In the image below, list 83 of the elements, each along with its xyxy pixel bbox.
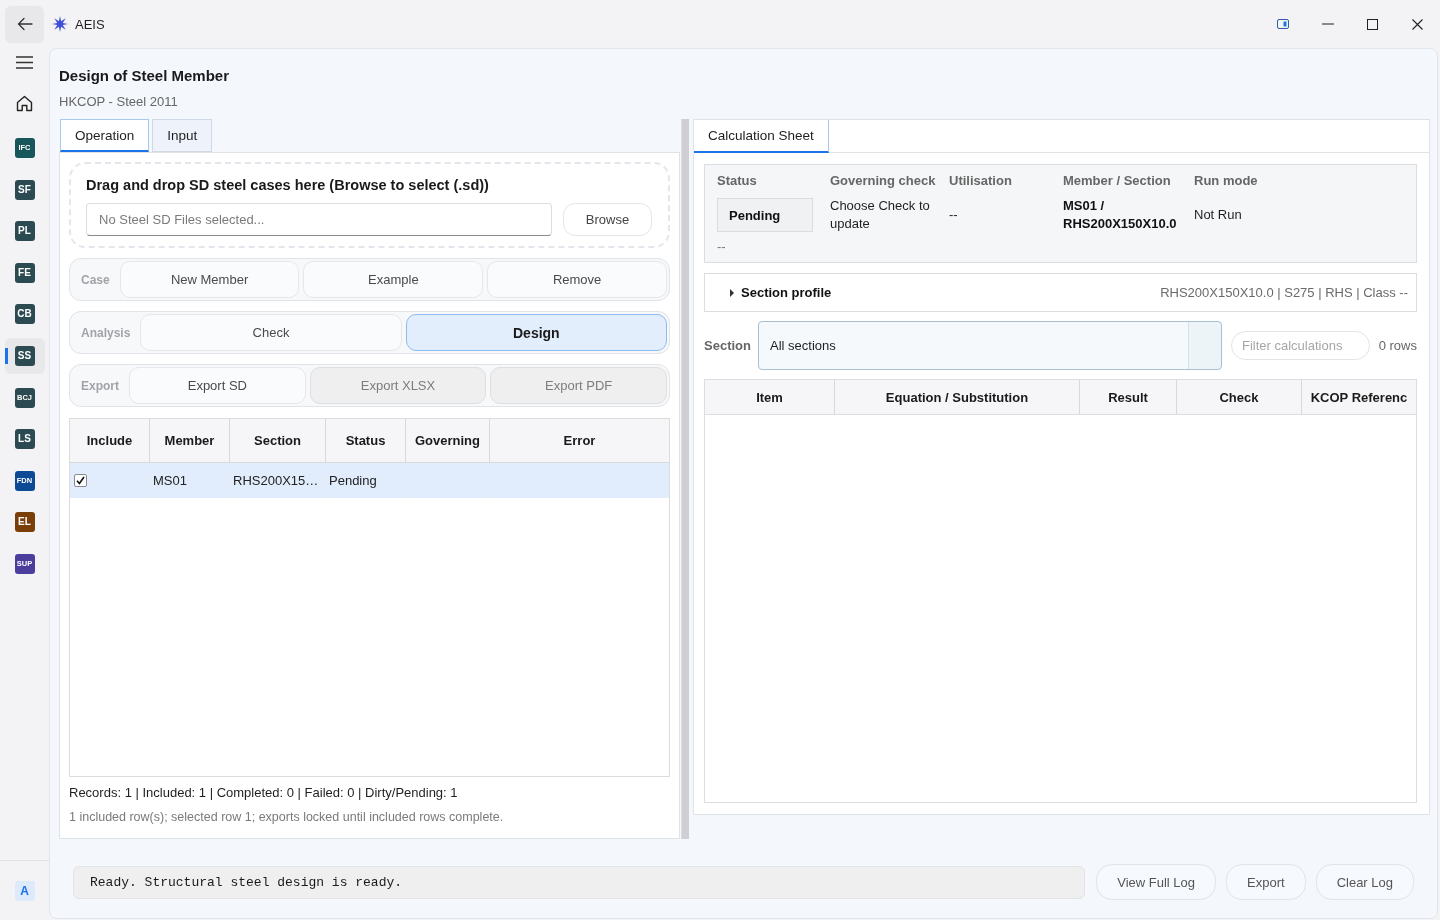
column-header[interactable]: Member bbox=[150, 419, 230, 462]
sidebar-item[interactable]: SF bbox=[4, 171, 45, 208]
summary-note: -- bbox=[717, 239, 727, 255]
section-dropdown[interactable]: All sections bbox=[758, 321, 1222, 370]
log-button[interactable]: View Full Log bbox=[1096, 864, 1217, 900]
close-icon[interactable] bbox=[1412, 18, 1423, 30]
column-header[interactable]: Equation / Substitution bbox=[835, 380, 1080, 414]
star-icon bbox=[52, 16, 68, 32]
browse-button[interactable]: Browse bbox=[563, 203, 652, 236]
section-profile-details: RHS200X150X10.0 | S275 | RHS | Class -- bbox=[1160, 285, 1408, 300]
log-button[interactable]: Clear Log bbox=[1315, 864, 1414, 900]
home-icon[interactable] bbox=[16, 95, 33, 112]
column-header[interactable]: Item bbox=[705, 380, 835, 414]
summary-label: Run mode bbox=[1194, 173, 1259, 189]
action-button[interactable]: New Member bbox=[119, 261, 300, 298]
table-cell-text: RHS200X15… bbox=[232, 473, 320, 488]
action-button[interactable]: Remove bbox=[487, 261, 667, 298]
column-header[interactable]: Governing bbox=[406, 419, 490, 462]
action-button[interactable]: Example bbox=[303, 261, 484, 298]
action-button[interactable]: Check bbox=[140, 314, 402, 351]
column-header[interactable]: Check bbox=[1177, 380, 1302, 414]
tab[interactable]: Operation bbox=[60, 119, 150, 152]
section-label: Section bbox=[704, 338, 752, 353]
action-button[interactable]: Design bbox=[405, 314, 667, 351]
column-header[interactable]: Include bbox=[70, 419, 150, 462]
file-field[interactable]: No Steel SD Files selected... bbox=[86, 203, 552, 236]
column-header[interactable]: Error bbox=[490, 419, 669, 462]
module-tile: SF bbox=[14, 179, 35, 200]
app-title: AEIS bbox=[75, 16, 105, 32]
back-button[interactable] bbox=[5, 5, 44, 43]
tab[interactable]: Calculation Sheet bbox=[694, 120, 829, 153]
group-label: Analysis bbox=[80, 325, 132, 340]
action-button[interactable]: Export SD bbox=[129, 367, 306, 404]
account-tile[interactable]: A bbox=[14, 880, 35, 901]
sidebar-item[interactable]: SS bbox=[4, 337, 45, 374]
sidebar-item[interactable]: FE bbox=[4, 254, 45, 291]
tab[interactable]: Input bbox=[152, 119, 213, 152]
checkbox[interactable] bbox=[74, 474, 87, 487]
log-button[interactable]: Export bbox=[1226, 864, 1306, 900]
table-cell-text: MS01 bbox=[152, 473, 188, 488]
window-layout-icon[interactable] bbox=[1276, 19, 1289, 29]
column-header[interactable]: Section bbox=[230, 419, 326, 462]
summary-value: MS01 / RHS200X150X10.0 bbox=[1063, 197, 1178, 233]
summary-value: Choose Check to update bbox=[830, 197, 931, 233]
module-tile: EL bbox=[14, 512, 35, 533]
page-title: Design of Steel Member bbox=[59, 66, 231, 86]
summary-value: Not Run bbox=[1194, 206, 1243, 224]
table-row[interactable]: MS01 RHS200X15… Pending bbox=[70, 463, 669, 498]
status-note: 1 included row(s); selected row 1; exports locked until included rows complete. bbox=[69, 809, 505, 826]
module-tile: LS bbox=[14, 429, 35, 450]
column-header[interactable]: Result bbox=[1080, 380, 1177, 414]
filter-field[interactable]: Filter calculations bbox=[1231, 331, 1370, 360]
summary-label: Utilisation bbox=[949, 173, 1013, 189]
summary-label: Member / Section bbox=[1063, 173, 1172, 189]
module-tile: FE bbox=[14, 262, 35, 283]
drop-zone-title: Drag and drop SD steel cases here (Browse to select (.sd)) bbox=[86, 176, 490, 194]
sidebar-item[interactable]: PL bbox=[4, 213, 45, 250]
minimize-icon[interactable] bbox=[1321, 23, 1334, 25]
summary-label: Governing check bbox=[830, 173, 937, 189]
table-cell-text: Pending bbox=[328, 473, 378, 488]
group-label: Export bbox=[80, 378, 120, 393]
section-profile-expander[interactable]: Section profile RHS200X150X10.0 | S275 | RHS | Class -- bbox=[704, 273, 1417, 312]
group-label: Case bbox=[80, 272, 111, 287]
drop-zone[interactable]: Drag and drop SD steel cases here (Browse to select (.sd)) No Steel SD Files selected... Browse bbox=[69, 162, 670, 248]
menu-icon[interactable] bbox=[16, 56, 33, 69]
records-summary: Records: 1 | Included: 1 | Completed: 0 | Failed: 0 | Dirty/Pending: 1 bbox=[69, 784, 459, 802]
sidebar-item[interactable]: EL bbox=[4, 504, 45, 541]
summary-value: -- bbox=[949, 206, 959, 224]
summary-label: Status bbox=[717, 173, 758, 189]
sidebar-item[interactable]: CB bbox=[4, 296, 45, 333]
maximize-icon[interactable] bbox=[1367, 18, 1378, 30]
section-profile-title: Section profile bbox=[741, 285, 832, 300]
log-message-field: Ready. Structural steel design is ready. bbox=[73, 865, 1086, 899]
column-header[interactable]: Status bbox=[326, 419, 406, 462]
arrow-left-icon bbox=[16, 17, 33, 31]
page-subtitle: HKCOP - Steel 2011 bbox=[59, 93, 179, 111]
module-tile: CB bbox=[14, 304, 35, 325]
module-tile: SS bbox=[14, 345, 35, 366]
row-count: 0 rows bbox=[1378, 338, 1417, 353]
module-tile: PL bbox=[14, 221, 35, 242]
sidebar-item[interactable]: LS bbox=[4, 421, 45, 458]
column-header[interactable]: KCOP Referenc bbox=[1302, 380, 1416, 414]
status-badge: Pending bbox=[717, 198, 813, 232]
